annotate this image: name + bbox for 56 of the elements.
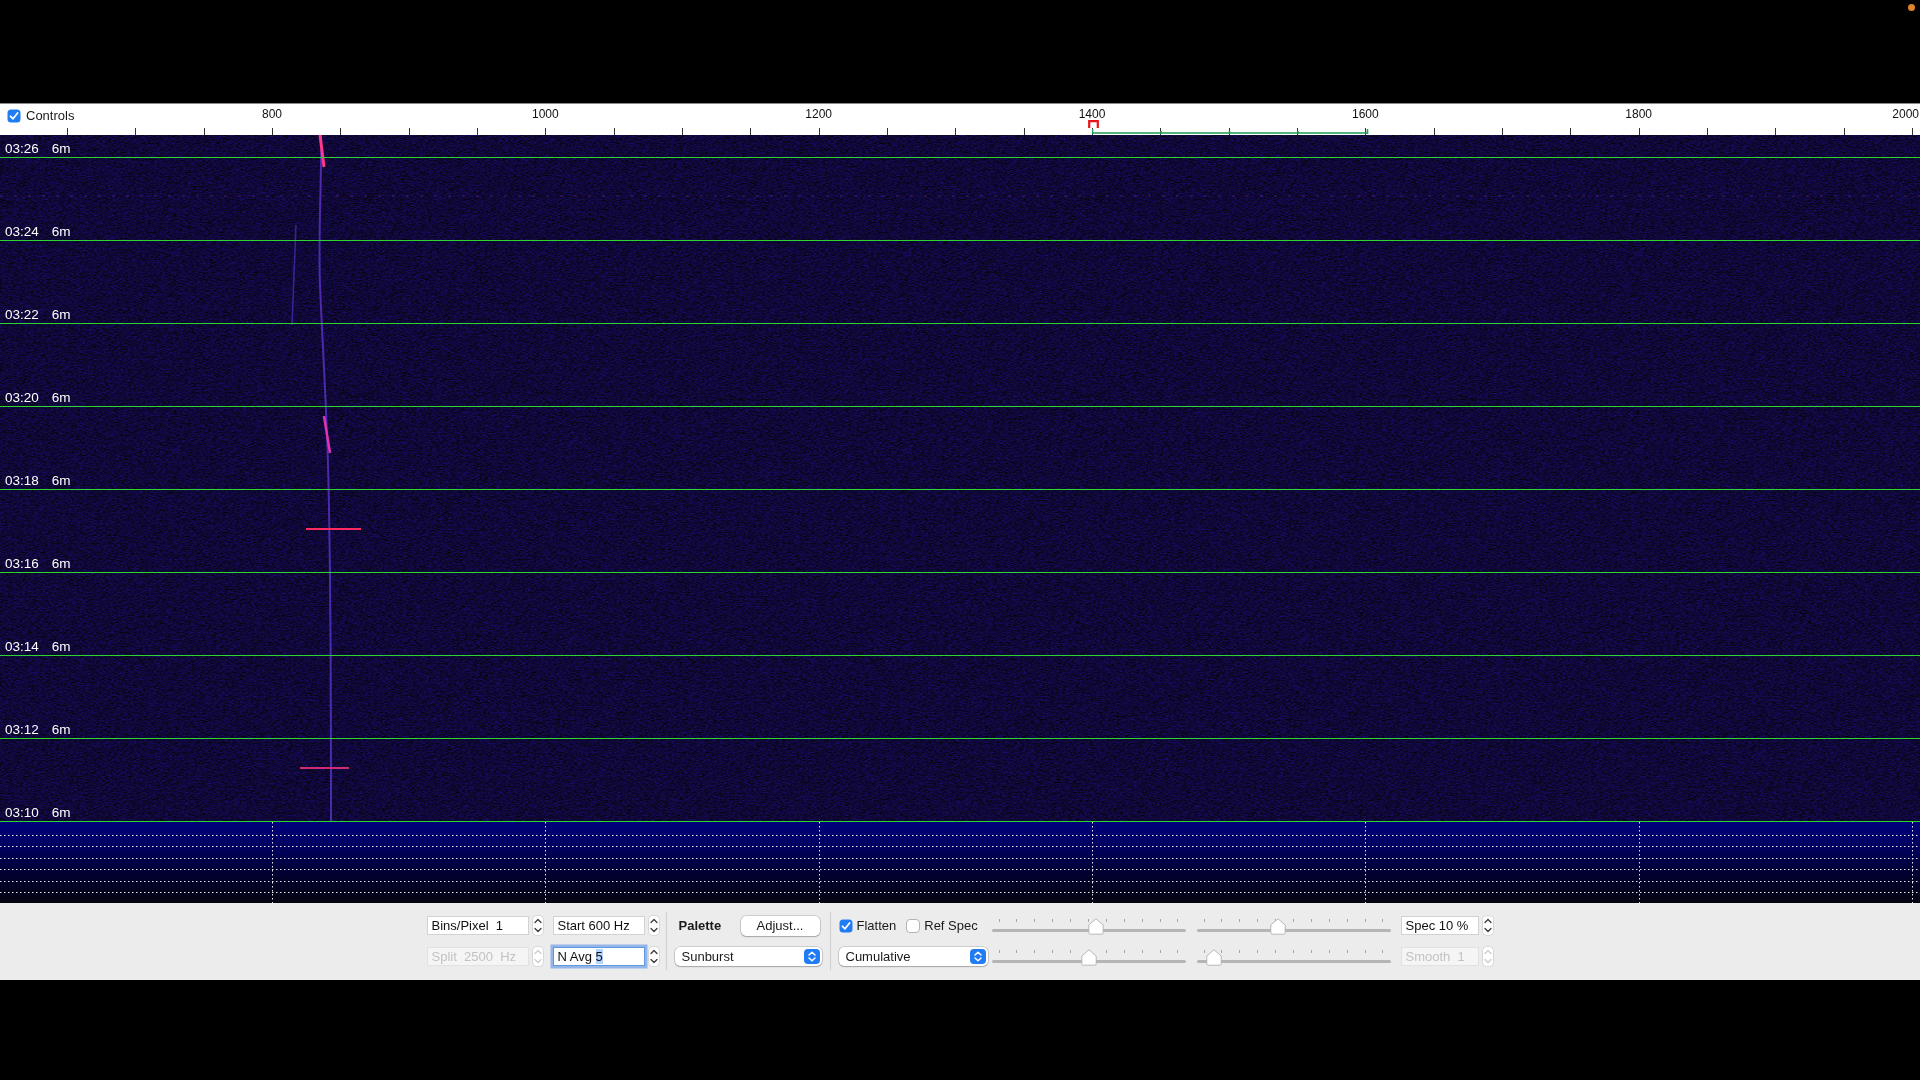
duration-label: 6m: [51, 307, 71, 322]
frequency-label: 1200: [805, 108, 832, 121]
checkbox[interactable]: [906, 918, 921, 933]
time-label: 03:14: [5, 639, 39, 654]
slider-thumb[interactable]: [1205, 949, 1222, 966]
duration-label: 6m: [51, 390, 71, 405]
stepper-icon[interactable]: [647, 946, 660, 967]
range-marker[interactable]: [1092, 128, 1369, 134]
frequency-label: 1800: [1625, 108, 1652, 121]
time-label: 03:24: [5, 224, 39, 239]
time-label: 03:12: [5, 722, 39, 737]
checkbox-label[interactable]: Controls: [26, 108, 75, 123]
duration-label: 6m: [51, 722, 71, 737]
duration-label: 6m: [51, 639, 71, 654]
checkbox-label[interactable]: Ref Spec: [924, 918, 978, 933]
frequency-label: 800: [262, 108, 282, 121]
slider-track[interactable]: [991, 947, 1186, 966]
slider-thumb[interactable]: [1080, 949, 1097, 966]
slider-track[interactable]: [1196, 947, 1391, 966]
frequency-label: 2000: [1892, 108, 1919, 121]
duration-label: 6m: [51, 224, 71, 239]
checkbox[interactable]: [838, 918, 853, 933]
adjust-button[interactable]: Adjust...: [740, 915, 820, 936]
time-label: 03:20: [5, 390, 39, 405]
bracket-icon[interactable]: [1088, 120, 1099, 128]
chevron-updown-icon: [969, 949, 986, 964]
duration-label: 6m: [51, 141, 71, 156]
frequency-label: 1000: [532, 108, 559, 121]
stepper-icon[interactable]: [647, 915, 660, 936]
stepper-icon[interactable]: [531, 915, 544, 936]
frequency-label: 1400: [1078, 108, 1106, 121]
time-label: 03:16: [5, 556, 39, 571]
number-field[interactable]: N Avg 5: [552, 947, 645, 966]
checkbox[interactable]: [7, 108, 21, 123]
slider-thumb[interactable]: [1269, 918, 1286, 935]
duration-label: 6m: [51, 805, 71, 820]
number-field[interactable]: Bins/Pixel 1: [426, 916, 529, 935]
time-label: 03:18: [5, 473, 39, 488]
time-label: 03:22: [5, 307, 39, 322]
duration-label: 6m: [51, 473, 71, 488]
number-field[interactable]: Spec 10 %: [1400, 916, 1479, 935]
palette-dropdown[interactable]: Sunburst: [674, 947, 822, 966]
slider-thumb[interactable]: [1088, 918, 1105, 935]
status-dot-icon: [1908, 4, 1915, 11]
frequency-label: 1600: [1351, 108, 1379, 121]
slider-track[interactable]: [1196, 916, 1391, 935]
number-field[interactable]: Start 600 Hz: [552, 916, 645, 935]
slider-track[interactable]: [991, 916, 1186, 935]
chevron-updown-icon: [803, 949, 820, 964]
mode-dropdown[interactable]: Cumulative: [838, 947, 988, 966]
checkbox-label[interactable]: Flatten: [856, 918, 897, 933]
stepper-icon[interactable]: [1481, 915, 1494, 936]
time-label: 03:10: [5, 805, 39, 820]
palette-label: Palette: [677, 918, 722, 933]
duration-label: 6m: [51, 556, 71, 571]
time-label: 03:26: [5, 141, 39, 156]
